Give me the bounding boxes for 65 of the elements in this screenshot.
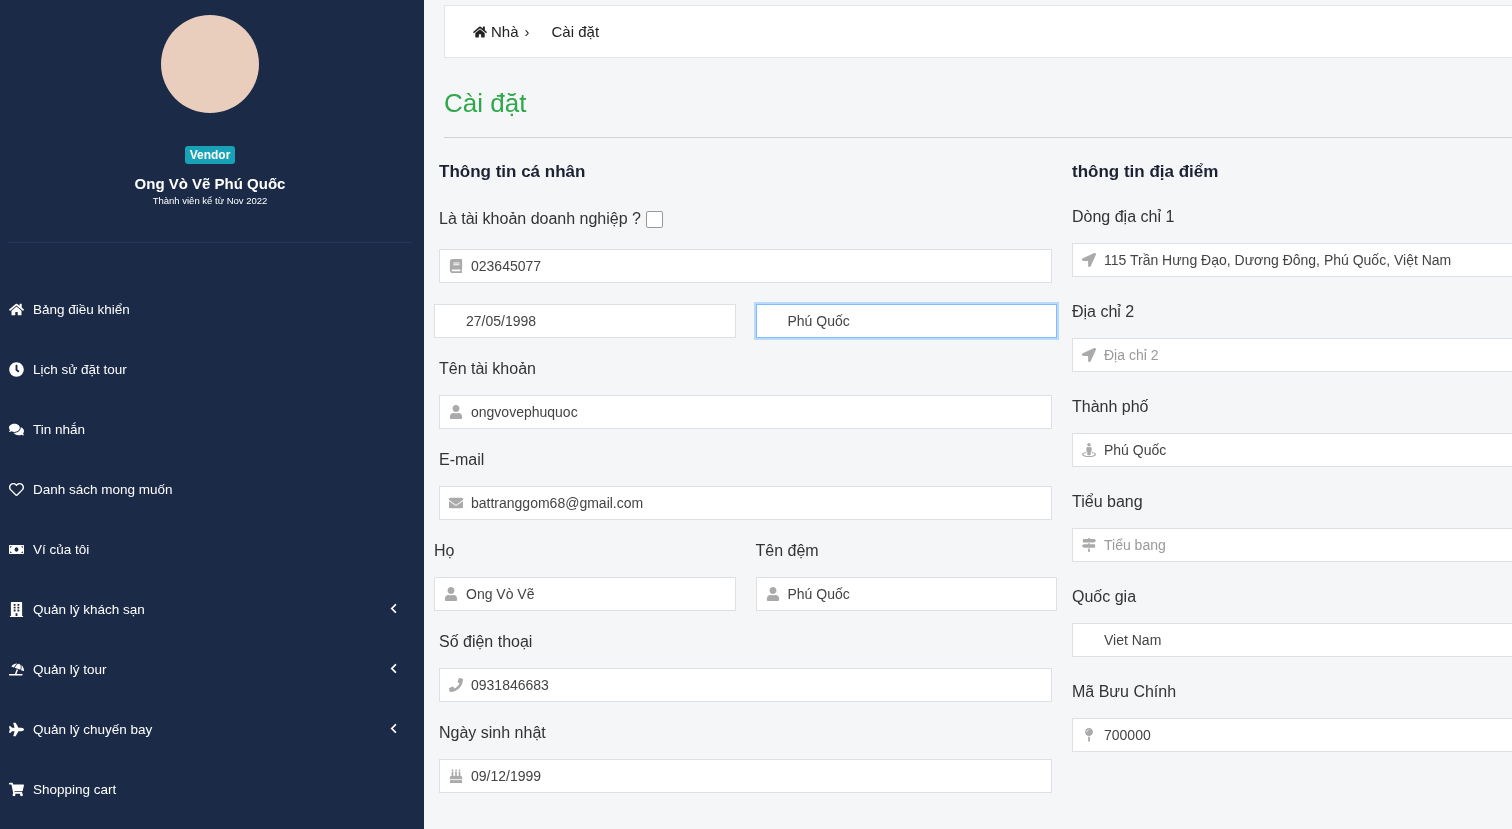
home-icon	[8, 301, 24, 317]
field-label: Dòng địa chỉ 1	[1072, 207, 1176, 227]
input-field[interactable]: 09/12/1999	[439, 759, 1052, 793]
input-field[interactable]: Phú Quốc	[1072, 433, 1512, 467]
input-field[interactable]: Viet Nam	[1072, 623, 1512, 657]
phone-icon	[449, 678, 463, 692]
breadcrumb-link[interactable]: Nhà ›	[473, 23, 530, 40]
field-label: Số điện thoại	[439, 632, 534, 652]
role-badge: Vendor	[184, 146, 236, 164]
user-icon	[765, 587, 780, 601]
section-heading: Thông tin cá nhân	[439, 161, 587, 183]
heart-icon	[8, 481, 24, 497]
signpost-icon	[1082, 538, 1096, 552]
field-label: Tên đệm	[755, 541, 820, 561]
location-arrow-icon	[1082, 253, 1096, 267]
input-field[interactable]: Ong Vò Vẽ	[434, 577, 736, 611]
input-field[interactable]: 700000	[1072, 718, 1512, 752]
user-icon	[449, 405, 463, 419]
field-label: Quốc gia	[1072, 587, 1138, 607]
sidebar-item[interactable]: Quản lý chuyến bay	[0, 699, 424, 759]
member-since: Thành viên kể từ Nov 2022	[152, 195, 268, 206]
field-label: Ngày sinh nhật	[439, 723, 547, 743]
plane-icon	[8, 721, 24, 737]
sidebar-item[interactable]: Bảng điều khiển	[0, 279, 424, 339]
input-field[interactable]: 0931846683	[439, 668, 1052, 702]
sidebar-item[interactable]: Danh sách mong muốn	[0, 459, 424, 519]
user-name: Ong Vò Vẽ Phú Quốc	[134, 175, 286, 192]
chat-icon	[8, 421, 24, 437]
field-label: Tiểu bang	[1072, 492, 1144, 512]
breadcrumb-text: Cài đặt	[551, 23, 600, 40]
user-icon	[444, 587, 458, 601]
envelope-icon	[449, 496, 463, 510]
page-title: Cài đặt	[444, 58, 1512, 138]
location-arrow-icon	[1082, 348, 1096, 362]
input-field[interactable]: 115 Trần Hưng Đạo, Dương Đông, Phú Quốc, Việt Nam	[1072, 243, 1512, 277]
section-heading: thông tin địa điểm	[1072, 161, 1220, 183]
input-field[interactable]: 27/05/1998	[434, 304, 736, 338]
input-field[interactable]: battranggom68@gmail.com	[439, 486, 1052, 520]
beach-icon	[8, 661, 24, 677]
input-field[interactable]: Phú Quốc	[755, 304, 1057, 338]
person-pin-icon	[1082, 443, 1096, 457]
input-field[interactable]: ongvovephuquoc	[439, 395, 1052, 429]
cart-icon	[8, 781, 24, 797]
input-field[interactable]: 023645077	[439, 249, 1052, 283]
building-icon	[8, 601, 24, 617]
field-label: Tên tài khoản	[439, 359, 537, 379]
field-label: Địa chỉ 2	[1072, 302, 1136, 322]
field-label: Họ	[434, 541, 456, 561]
field-label: Mã Bưu Chính	[1072, 682, 1178, 702]
checkbox-label: Là tài khoản doanh nghiệp ?	[439, 210, 641, 228]
field-label: Thành phố	[1072, 397, 1150, 417]
sidebar-item[interactable]: Shopping cart	[0, 759, 424, 819]
sidebar-item[interactable]: Tin nhắn	[0, 399, 424, 459]
field-label: E-mail	[439, 450, 486, 470]
home-icon	[473, 24, 487, 39]
sidebar-item[interactable]: Quản lý tour	[0, 639, 424, 699]
book-icon	[449, 259, 463, 273]
checkbox[interactable]	[645, 210, 663, 228]
pin-icon	[1082, 728, 1096, 742]
clock-icon	[8, 361, 24, 377]
sidebar-item[interactable]: Lịch sử đặt tour	[0, 339, 424, 399]
sidebar-item[interactable]: Quản lý khách sạn	[0, 579, 424, 639]
sidebar-item[interactable]: Ví của tôi	[0, 519, 424, 579]
input-field[interactable]: Phú Quốc	[755, 577, 1057, 611]
cake-icon	[449, 769, 463, 783]
